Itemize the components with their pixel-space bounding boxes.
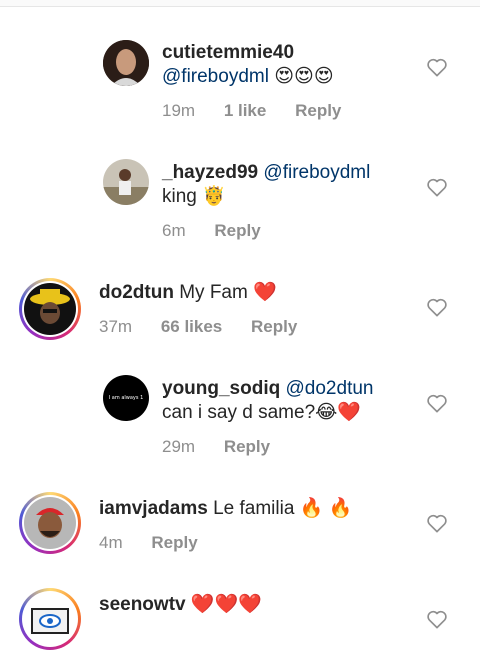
username[interactable]: young_sodiq [162,378,280,399]
avatar[interactable] [103,40,149,86]
avatar-caption: I am always 1 [108,395,144,401]
avatar-story-ring[interactable] [19,588,81,650]
heart-outline-icon[interactable] [426,57,448,77]
comment-emoji: 🔥 🔥 [299,498,353,519]
username[interactable]: iamvjadams [99,498,208,519]
top-divider [0,0,480,7]
comment-emoji: 😂❤️ [315,402,361,423]
timestamp: 4m [99,533,123,552]
reply-button[interactable]: Reply [214,221,260,240]
heart-outline-icon[interactable] [426,393,448,413]
avatar-story-ring[interactable] [19,492,81,554]
timestamp: 29m [162,437,196,456]
comment-text: My Fam [179,282,248,304]
reply-button[interactable]: Reply [251,317,297,336]
avatar[interactable] [103,159,149,205]
likes-count[interactable]: 66 likes [161,317,222,336]
likes-count[interactable]: 1 like [224,101,267,120]
reply-button[interactable]: Reply [151,533,197,552]
comment-emoji: ❤️❤️❤️ [190,594,262,615]
comment-emoji: 😍😍😍 [274,66,334,87]
heart-outline-icon[interactable] [426,177,448,197]
username[interactable]: seenowtv [99,594,186,615]
comment-emoji: ❤️ [253,282,277,303]
mention-link[interactable]: @do2dtun [286,378,374,399]
mention-link[interactable]: @fireboydml [263,162,370,183]
timestamp: 37m [99,317,133,336]
avatar[interactable]: I am always 1 [103,375,149,421]
timestamp: 19m [162,101,196,120]
comment-text: king [162,186,197,208]
comment-text: can i say d same? [162,402,316,424]
comment-text: Le familia [213,498,295,520]
username[interactable]: cutietemmie40 [162,42,294,63]
username[interactable]: _hayzed99 [162,162,258,183]
username[interactable]: do2dtun [99,282,174,303]
heart-outline-icon[interactable] [426,609,448,629]
mention-link[interactable]: @fireboydml [162,66,269,87]
reply-button[interactable]: Reply [224,437,270,456]
reply-button[interactable]: Reply [295,101,341,120]
comment-emoji: 🤴 [202,186,226,207]
heart-outline-icon[interactable] [426,297,448,317]
timestamp: 6m [162,221,186,240]
heart-outline-icon[interactable] [426,513,448,533]
avatar-story-ring[interactable] [19,278,81,340]
